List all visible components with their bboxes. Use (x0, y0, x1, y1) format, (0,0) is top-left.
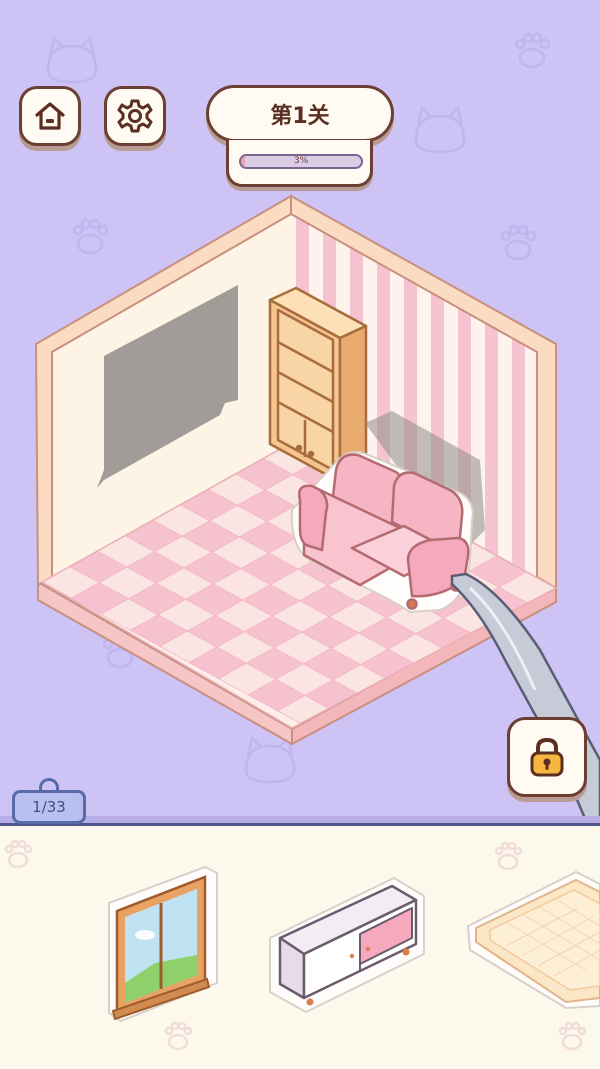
tray-item-floor-rug[interactable] (466, 870, 600, 1010)
window-icon (108, 865, 218, 1023)
tray-item-tv-cabinet[interactable] (266, 874, 428, 1014)
paw-decoration (558, 1021, 587, 1051)
lock-button[interactable] (507, 717, 587, 797)
tray-item-window[interactable] (105, 863, 220, 1023)
cabinet-icon (269, 877, 425, 1013)
paw-decoration (164, 1021, 193, 1051)
paw-decoration (4, 839, 33, 869)
item-counter: 1/33 (12, 790, 86, 824)
paw-decoration (494, 841, 523, 871)
wall-stripe (512, 214, 525, 577)
rug-icon (466, 870, 600, 1010)
room-scene (34, 194, 600, 830)
lock-icon (530, 737, 564, 777)
item-tray[interactable] (0, 823, 600, 1069)
